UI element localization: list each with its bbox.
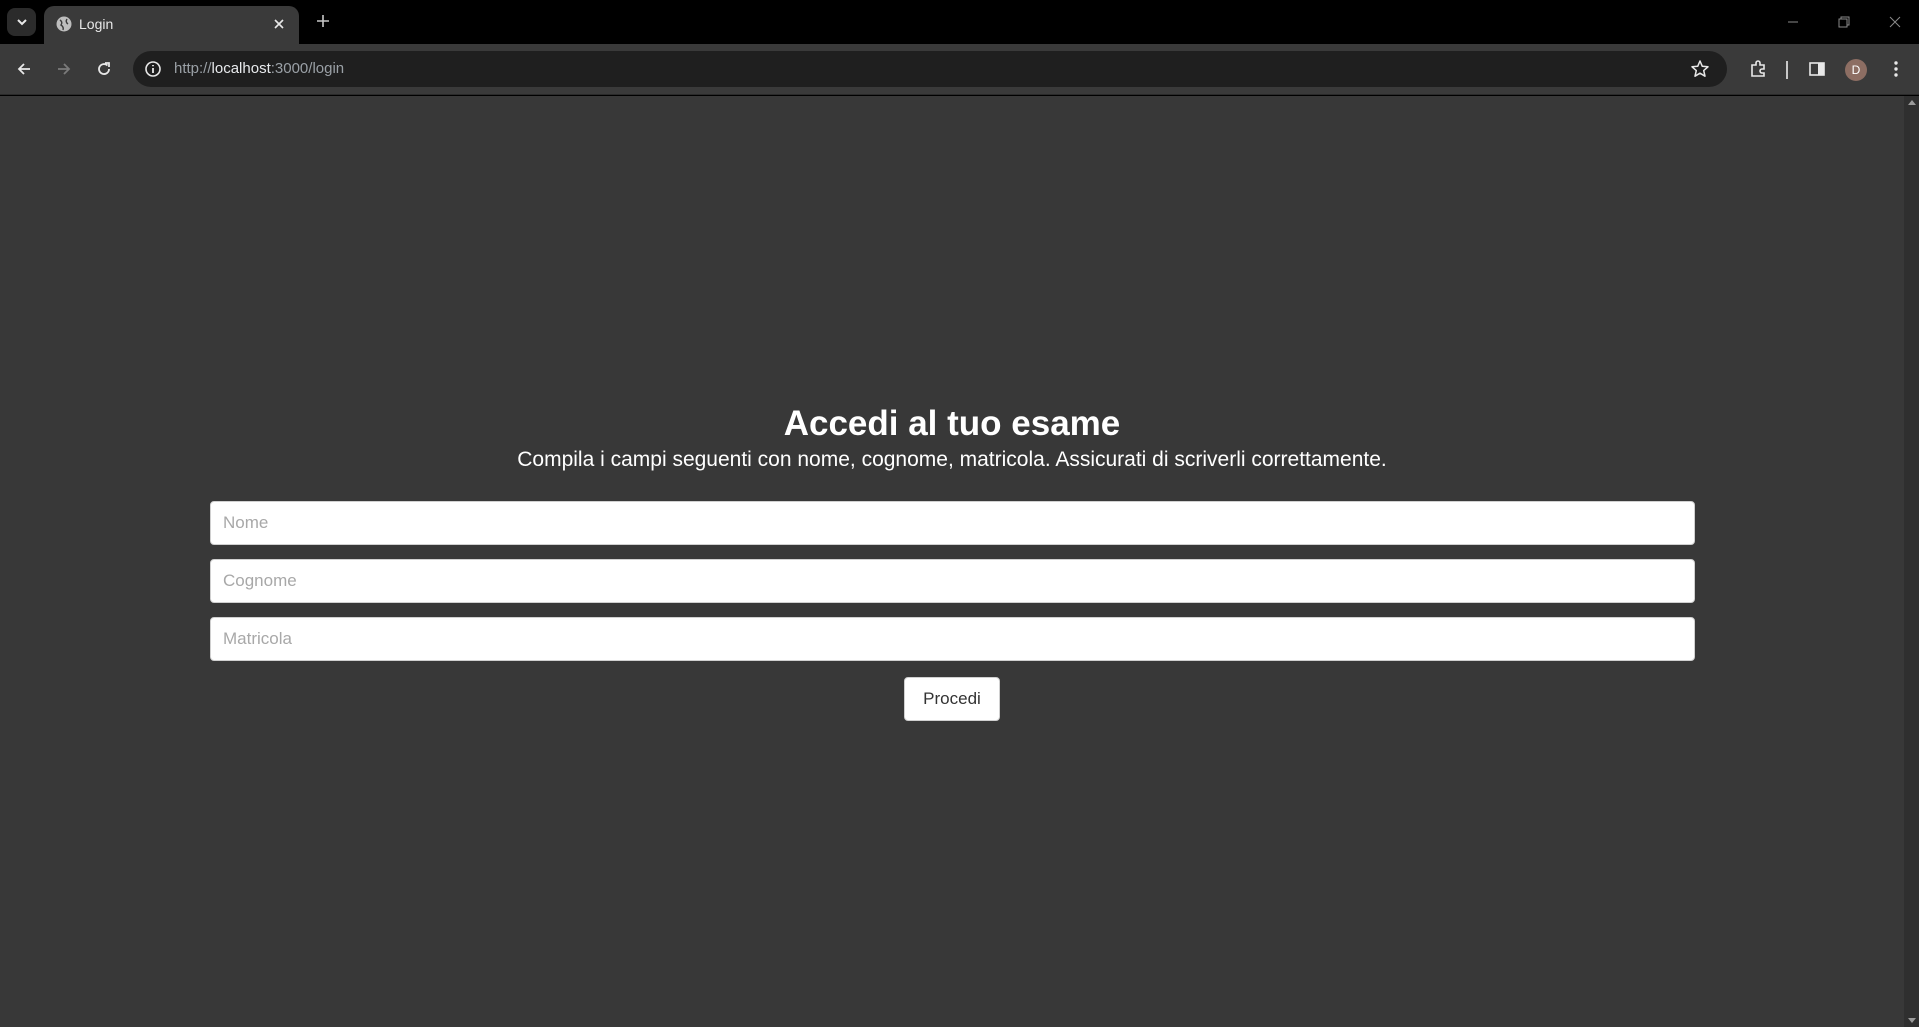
extensions-button[interactable] bbox=[1746, 57, 1770, 81]
back-icon bbox=[17, 63, 30, 75]
url-scheme: http:// bbox=[174, 60, 212, 77]
side-panel-icon bbox=[1809, 62, 1825, 76]
restore-icon bbox=[1838, 16, 1850, 28]
url-path: :3000/login bbox=[270, 60, 345, 77]
extensions-icon bbox=[1751, 60, 1765, 77]
url-host: localhost bbox=[211, 60, 271, 77]
minimize-button[interactable] bbox=[1783, 12, 1803, 32]
forward-button[interactable] bbox=[52, 57, 76, 81]
matricola-input[interactable] bbox=[210, 617, 1695, 661]
page-scrollbar[interactable] bbox=[1904, 96, 1919, 1027]
browser-toolbar: http://localhost:3000/login D bbox=[0, 44, 1919, 95]
globe-icon bbox=[56, 16, 72, 32]
toolbar-divider bbox=[1786, 61, 1788, 79]
nome-input[interactable] bbox=[210, 501, 1695, 545]
page-title: Accedi al tuo esame bbox=[783, 404, 1121, 443]
menu-icon bbox=[1894, 61, 1898, 77]
page-content: Accedi al tuo esame Compila i campi segu… bbox=[0, 96, 1904, 1027]
cognome-input[interactable] bbox=[210, 559, 1695, 603]
browser-menu-button[interactable] bbox=[1884, 57, 1908, 81]
tab-bar: Login bbox=[0, 0, 1919, 44]
minimize-icon bbox=[1788, 21, 1798, 23]
profile-avatar[interactable]: D bbox=[1845, 59, 1867, 81]
info-icon[interactable] bbox=[144, 60, 162, 78]
active-tab[interactable]: Login bbox=[44, 6, 299, 44]
tab-search-button[interactable] bbox=[7, 8, 36, 36]
forward-icon bbox=[58, 63, 71, 75]
restore-button[interactable] bbox=[1834, 12, 1854, 32]
procedi-button[interactable]: Procedi bbox=[904, 677, 1000, 721]
url-text[interactable]: http://localhost:3000/login bbox=[174, 60, 344, 77]
window-close-icon bbox=[1889, 16, 1901, 28]
reload-icon bbox=[98, 62, 110, 75]
new-tab-button[interactable] bbox=[313, 11, 333, 31]
page-subtitle: Compila i campi seguenti con nome, cogno… bbox=[517, 448, 1387, 471]
tab-close-button[interactable] bbox=[270, 15, 288, 33]
window-close-button[interactable] bbox=[1885, 12, 1905, 32]
scroll-down-arrow[interactable] bbox=[1908, 1018, 1916, 1023]
star-icon[interactable] bbox=[1690, 59, 1710, 79]
side-panel-button[interactable] bbox=[1805, 57, 1829, 81]
tab-search-icon bbox=[16, 19, 27, 26]
scroll-up-arrow[interactable] bbox=[1908, 100, 1916, 105]
reload-button[interactable] bbox=[92, 57, 116, 81]
address-bar[interactable]: http://localhost:3000/login bbox=[133, 51, 1727, 87]
close-icon bbox=[274, 19, 284, 29]
plus-icon bbox=[317, 15, 329, 27]
back-button[interactable] bbox=[12, 57, 36, 81]
tab-title: Login bbox=[79, 16, 114, 32]
